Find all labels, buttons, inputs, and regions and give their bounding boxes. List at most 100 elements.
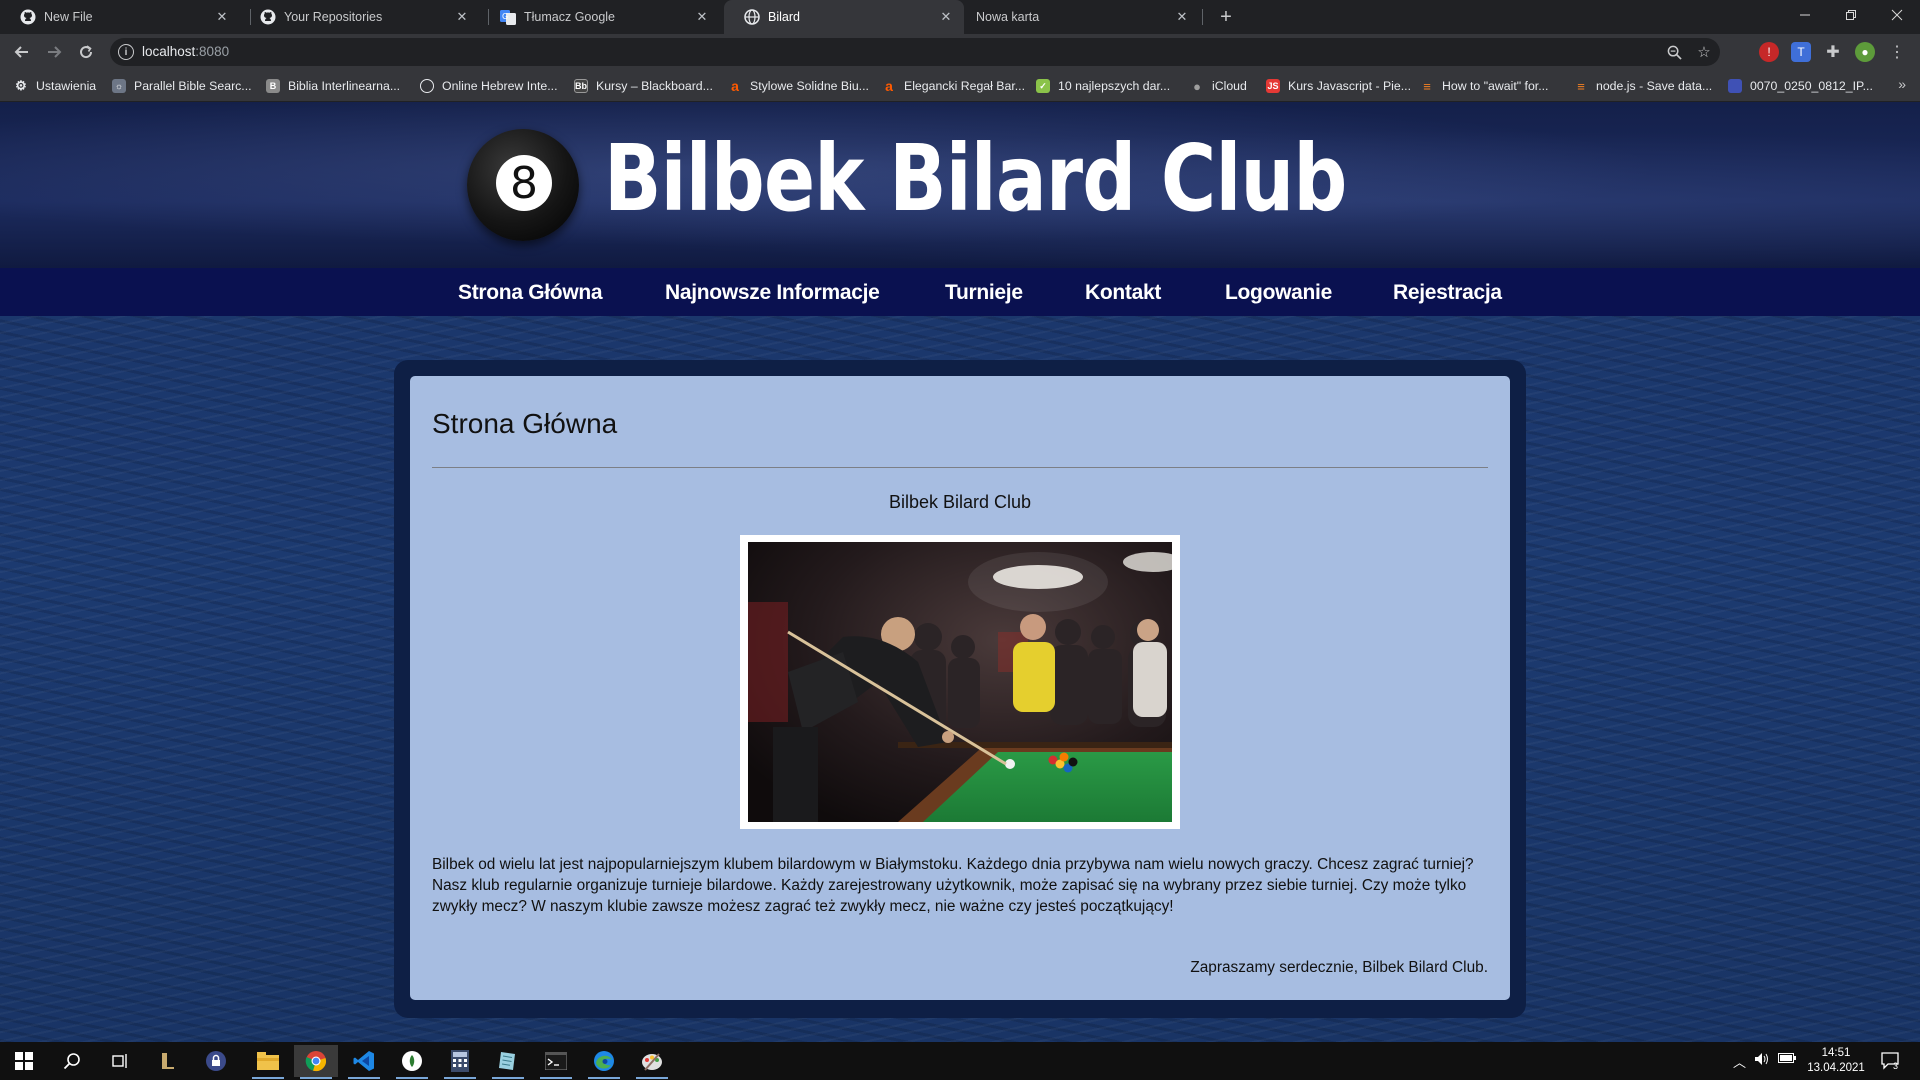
address-bar[interactable]: i localhost:8080 ☆: [110, 38, 1720, 66]
vscode-icon[interactable]: [342, 1045, 386, 1079]
site-header: 8 Bilbek Bilard Club: [0, 102, 1920, 268]
url-text[interactable]: localhost:8080: [142, 44, 229, 59]
checklist-icon: ✓: [1036, 79, 1050, 93]
tab-your-repositories[interactable]: Your Repositories ✕: [240, 0, 480, 34]
forward-arrow-icon[interactable]: [42, 40, 66, 64]
bookmark-await[interactable]: ≡ How to "await" for...: [1420, 77, 1548, 95]
club-photo-frame: [740, 535, 1180, 829]
ball-number: 8: [496, 155, 552, 211]
main-navigation: Strona Główna Najnowsze Informacje Turni…: [0, 268, 1920, 316]
tab-title: Bilard: [768, 10, 800, 24]
bookmark-nodejs[interactable]: ≡ node.js - Save data...: [1574, 77, 1712, 95]
task-view-icon[interactable]: [98, 1045, 142, 1077]
github-icon: [260, 9, 276, 25]
bookmark-label: How to "await" for...: [1442, 79, 1549, 93]
globe-icon: [420, 79, 434, 93]
notes-app-icon[interactable]: [486, 1045, 530, 1079]
club-description: Bilbek od wielu lat jest najpopularniejs…: [432, 856, 1474, 915]
spotify-like-app-icon[interactable]: [390, 1045, 434, 1079]
menu-kebab-icon[interactable]: ⋮: [1887, 42, 1907, 62]
terminal-icon[interactable]: [534, 1045, 578, 1079]
bookmark-parallel-bible[interactable]: ☼ Parallel Bible Searc...: [112, 77, 252, 95]
bookmark-label: Elegancki Regał Bar...: [904, 79, 1025, 93]
site-brand-title: Bilbek Bilard Club: [604, 125, 1347, 232]
tab-title: Your Repositories: [284, 10, 383, 24]
apple-icon: ●: [1193, 78, 1201, 94]
more-bookmarks-icon[interactable]: »: [1898, 76, 1906, 92]
tab-google-translate[interactable]: G Tłumacz Google ✕: [480, 0, 720, 34]
tab-new-tab[interactable]: Nowa karta ✕: [956, 0, 1200, 34]
extension-icon[interactable]: !: [1759, 42, 1779, 62]
clock-date: 13.04.2021: [1807, 1062, 1865, 1074]
system-clock[interactable]: 14:51 13.04.2021: [1806, 1046, 1866, 1076]
translate-extension-icon[interactable]: T: [1791, 42, 1811, 62]
nav-najnowsze-informacje[interactable]: Najnowsze Informacje: [665, 281, 880, 305]
bookmark-regal[interactable]: a Elegancki Regał Bar...: [882, 77, 1025, 95]
close-icon[interactable]: ✕: [694, 9, 710, 25]
nav-rejestracja[interactable]: Rejestracja: [1393, 281, 1502, 305]
tray-chevron-icon[interactable]: ︿: [1733, 1052, 1746, 1071]
nav-turnieje[interactable]: Turnieje: [945, 281, 1023, 305]
windows-taskbar: ︿ 14:51 13.04.2021 3: [0, 1042, 1920, 1080]
stackoverflow-icon: ≡: [1577, 78, 1585, 94]
zoom-icon[interactable]: [1664, 42, 1684, 62]
bookmark-label: Stylowe Solidne Biu...: [750, 79, 869, 93]
content-card: Strona Główna Bilbek Bilard Club Bilbek …: [410, 376, 1510, 1000]
nav-logowanie[interactable]: Logowanie: [1225, 281, 1332, 305]
window-close-icon[interactable]: [1874, 0, 1920, 30]
windows-start-icon[interactable]: [2, 1045, 46, 1077]
allegro-icon: a: [731, 78, 739, 94]
search-icon[interactable]: [50, 1045, 94, 1077]
vpn-lock-icon[interactable]: [194, 1045, 238, 1077]
league-of-legends-icon[interactable]: [146, 1045, 190, 1077]
restore-icon[interactable]: [1828, 0, 1874, 30]
content-frame: Strona Główna Bilbek Bilard Club Bilbek …: [394, 360, 1526, 1018]
volume-icon[interactable]: [1754, 1052, 1770, 1069]
google-translate-icon: G: [500, 9, 516, 25]
document-icon: [1728, 79, 1742, 93]
eight-ball-logo-icon: 8: [467, 129, 579, 241]
battery-icon[interactable]: [1778, 1052, 1796, 1067]
browser-toolbar: i localhost:8080 ☆ ! T ✚ ● ⋮: [0, 34, 1920, 70]
close-icon[interactable]: ✕: [938, 9, 954, 25]
bookmark-star-icon[interactable]: ☆: [1694, 42, 1714, 62]
chrome-icon[interactable]: [294, 1045, 338, 1079]
bookmark-kurs-javascript[interactable]: JS Kurs Javascript - Pie...: [1266, 77, 1411, 95]
nav-strona-glowna[interactable]: Strona Główna: [458, 281, 603, 305]
bookmark-label: iCloud: [1212, 79, 1247, 93]
bookmark-label: Parallel Bible Searc...: [134, 79, 252, 93]
bookmark-icloud[interactable]: ● iCloud: [1190, 77, 1247, 95]
calculator-icon[interactable]: [438, 1045, 482, 1079]
tab-bilard[interactable]: Bilard ✕: [724, 0, 964, 34]
minimize-icon[interactable]: [1782, 0, 1828, 30]
puzzle-extensions-icon[interactable]: ✚: [1823, 42, 1843, 62]
biblia-icon: B: [266, 79, 280, 93]
close-icon[interactable]: ✕: [214, 9, 230, 25]
bookmark-0070[interactable]: 0070_0250_0812_IP...: [1728, 77, 1873, 95]
back-arrow-icon[interactable]: [10, 40, 34, 64]
reload-icon[interactable]: [74, 40, 98, 64]
close-icon[interactable]: ✕: [454, 9, 470, 25]
bookmark-ustawienia[interactable]: ⚙ Ustawienia: [14, 77, 96, 95]
page-title: Strona Główna: [432, 408, 618, 439]
tab-title: New File: [44, 10, 93, 24]
file-explorer-icon[interactable]: [246, 1045, 290, 1079]
tab-new-file[interactable]: New File ✕: [0, 0, 240, 34]
bookmarks-bar: ⚙ Ustawienia ☼ Parallel Bible Searc... B Bi…: [0, 70, 1920, 102]
parallel-bible-icon: ☼: [112, 79, 126, 93]
bookmark-blackboard[interactable]: Bb Kursy – Blackboard...: [574, 77, 713, 95]
tab-strip: New File ✕ Your Repositories ✕ G Tłumacz…: [0, 0, 1920, 34]
profile-avatar-icon[interactable]: ●: [1855, 42, 1875, 62]
edge-icon[interactable]: [582, 1045, 626, 1079]
bookmark-hebrew[interactable]: Online Hebrew Inte...: [420, 77, 558, 95]
tab-title: Nowa karta: [976, 10, 1040, 24]
site-info-icon[interactable]: i: [118, 44, 134, 60]
bookmark-10-najlepszych[interactable]: ✓ 10 najlepszych dar...: [1036, 77, 1170, 95]
nav-kontakt[interactable]: Kontakt: [1085, 281, 1161, 305]
bookmark-biblia[interactable]: B Biblia Interlinearna...: [266, 77, 400, 95]
new-tab-button[interactable]: +: [1213, 4, 1239, 30]
bookmark-stylowe[interactable]: a Stylowe Solidne Biu...: [728, 77, 869, 95]
bookmark-label: 0070_0250_0812_IP...: [1750, 79, 1873, 93]
paint-app-icon[interactable]: [630, 1045, 674, 1079]
close-icon[interactable]: ✕: [1174, 9, 1190, 25]
